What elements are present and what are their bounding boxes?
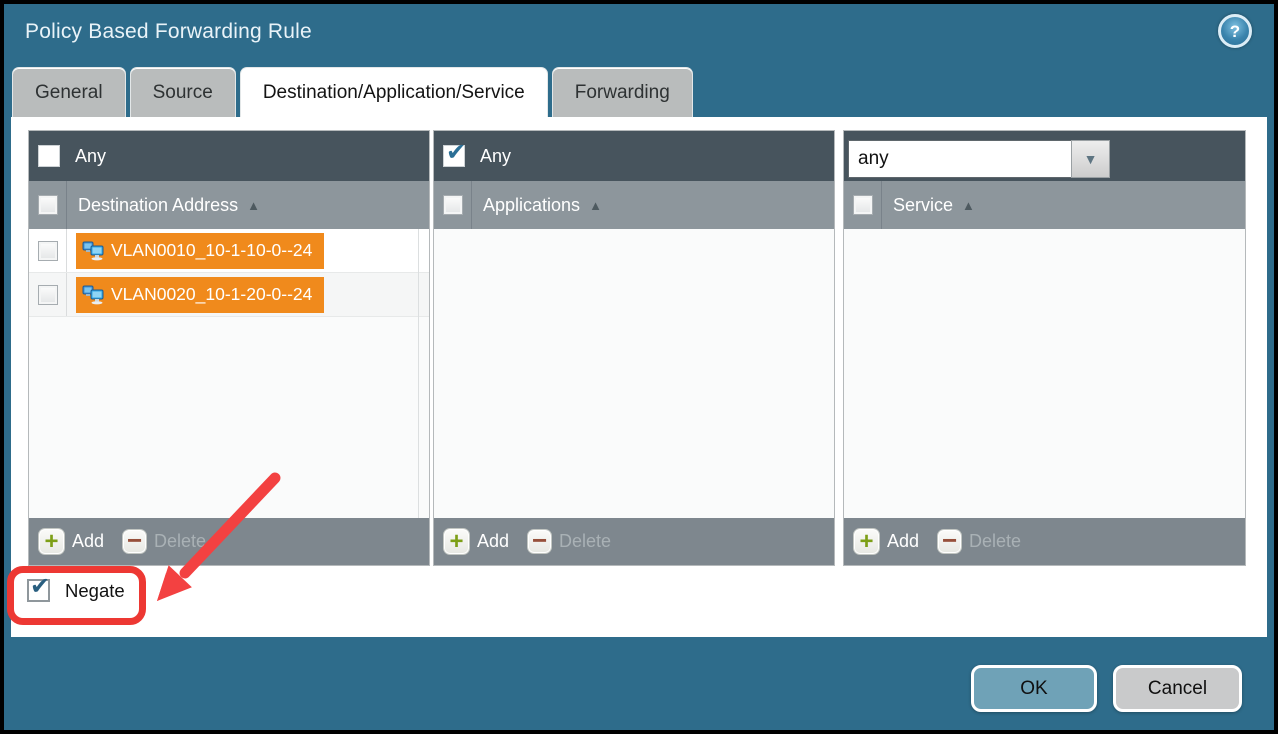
tab-destination-application-service[interactable]: Destination/Application/Service xyxy=(240,67,548,117)
destination-toolbar: + Add − Delete xyxy=(29,518,429,565)
destination-any-bar: Any xyxy=(29,131,429,181)
destination-column-header[interactable]: Destination Address xyxy=(29,181,429,229)
add-label: Add xyxy=(887,531,919,552)
address-label: VLAN0020_10-1-20-0--24 xyxy=(111,284,312,305)
service-list xyxy=(844,229,1245,518)
delete-label: Delete xyxy=(154,531,206,552)
service-dropdown-button[interactable] xyxy=(1071,140,1110,178)
applications-toolbar: + Add − Delete xyxy=(434,518,834,565)
destination-select-all-checkbox[interactable] xyxy=(38,195,58,215)
applications-header-label: Applications xyxy=(483,195,580,216)
service-dropdown-value[interactable]: any xyxy=(848,140,1071,178)
row-checkbox[interactable] xyxy=(38,241,58,261)
destination-any-label: Any xyxy=(75,146,106,167)
policy-forwarding-dialog: Policy Based Forwarding Rule General Sou… xyxy=(0,0,1278,734)
plus-icon: + xyxy=(38,528,65,555)
cancel-button[interactable]: Cancel xyxy=(1113,665,1242,712)
delete-label: Delete xyxy=(559,531,611,552)
address-row[interactable]: VLAN0020_10-1-20-0--24 xyxy=(29,273,429,317)
service-header-label: Service xyxy=(893,195,953,216)
delete-button[interactable]: − Delete xyxy=(527,529,611,554)
applications-any-label: Any xyxy=(480,146,511,167)
add-button[interactable]: + Add xyxy=(443,528,509,555)
plus-icon: + xyxy=(443,528,470,555)
service-panel: any Service + Add − Delete xyxy=(843,130,1246,566)
negate-control: Negate xyxy=(27,579,125,602)
minus-icon: − xyxy=(527,529,552,554)
service-dropdown[interactable]: any xyxy=(848,140,1110,178)
add-button[interactable]: + Add xyxy=(38,528,104,555)
destination-any-checkbox[interactable] xyxy=(38,145,60,167)
tab-source[interactable]: Source xyxy=(130,67,236,117)
tab-general[interactable]: General xyxy=(12,67,126,117)
applications-panel: Any Applications + Add − Delete xyxy=(433,130,835,566)
applications-list xyxy=(434,229,834,518)
delete-label: Delete xyxy=(969,531,1021,552)
service-any-bar: any xyxy=(844,131,1245,181)
destination-address-list: VLAN0010_10-1-10-0--24 xyxy=(29,229,429,518)
add-button[interactable]: + Add xyxy=(853,528,919,555)
sort-asc-icon xyxy=(247,199,260,212)
add-label: Add xyxy=(72,531,104,552)
applications-column-header[interactable]: Applications xyxy=(434,181,834,229)
destination-header-label: Destination Address xyxy=(78,195,238,216)
add-label: Add xyxy=(477,531,509,552)
applications-any-bar: Any xyxy=(434,131,834,181)
sort-asc-icon xyxy=(962,199,975,212)
service-toolbar: + Add − Delete xyxy=(844,518,1245,565)
dialog-actions: OK Cancel xyxy=(971,665,1242,712)
tab-forwarding[interactable]: Forwarding xyxy=(552,67,693,117)
sort-asc-icon xyxy=(589,199,602,212)
ok-button[interactable]: OK xyxy=(971,665,1097,712)
address-chip[interactable]: VLAN0010_10-1-10-0--24 xyxy=(76,233,324,269)
chevron-down-icon xyxy=(1084,152,1098,166)
delete-button[interactable]: − Delete xyxy=(937,529,1021,554)
row-checkbox[interactable] xyxy=(38,285,58,305)
dialog-content: Any Destination Address xyxy=(11,117,1267,637)
negate-checkbox[interactable] xyxy=(27,579,50,602)
address-chip[interactable]: VLAN0020_10-1-20-0--24 xyxy=(76,277,324,313)
service-select-all-checkbox[interactable] xyxy=(853,195,873,215)
network-icon xyxy=(82,241,104,261)
tab-bar: General Source Destination/Application/S… xyxy=(12,68,693,117)
network-icon xyxy=(82,285,104,305)
applications-any-checkbox[interactable] xyxy=(443,145,465,167)
destination-address-panel: Any Destination Address xyxy=(28,130,430,566)
applications-select-all-checkbox[interactable] xyxy=(443,195,463,215)
negate-label: Negate xyxy=(65,580,125,602)
minus-icon: − xyxy=(937,529,962,554)
address-label: VLAN0010_10-1-10-0--24 xyxy=(111,240,312,261)
help-icon[interactable] xyxy=(1218,14,1252,48)
plus-icon: + xyxy=(853,528,880,555)
address-row[interactable]: VLAN0010_10-1-10-0--24 xyxy=(29,229,429,273)
service-column-header[interactable]: Service xyxy=(844,181,1245,229)
dialog-title: Policy Based Forwarding Rule xyxy=(25,20,312,44)
minus-icon: − xyxy=(122,529,147,554)
delete-button[interactable]: − Delete xyxy=(122,529,206,554)
